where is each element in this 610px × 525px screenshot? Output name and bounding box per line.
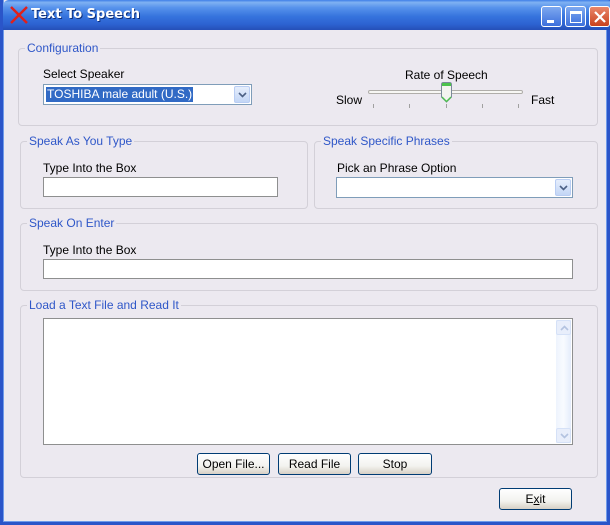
rate-of-speech-label: Rate of Speech: [405, 68, 488, 82]
exit-button[interactable]: Exit: [499, 488, 572, 510]
speak-as-you-type-group: Speak As You Type: [20, 134, 308, 209]
chevron-down-icon: [560, 433, 569, 439]
speaker-selected-value: TOSHIBA male adult (U.S.): [46, 87, 194, 102]
read-file-button[interactable]: Read File: [278, 453, 351, 475]
slider-tick: [481, 104, 483, 108]
close-icon: [594, 11, 606, 23]
title-bar[interactable]: Text To Speech: [3, 0, 610, 30]
open-file-button[interactable]: Open File...: [197, 453, 270, 475]
speaker-select[interactable]: TOSHIBA male adult (U.S.): [43, 84, 252, 105]
slider-tick: [373, 104, 374, 108]
speak-as-you-type-input[interactable]: [43, 177, 278, 197]
phrase-dropdown-button[interactable]: [555, 179, 571, 196]
maximize-icon: [570, 11, 582, 23]
file-content-textarea[interactable]: [43, 318, 573, 445]
chevron-down-icon: [559, 185, 568, 191]
rate-slow-label: Slow: [336, 93, 363, 107]
chevron-down-icon: [238, 92, 247, 98]
scroll-up-button[interactable]: [556, 320, 571, 335]
configuration-legend: Configuration: [25, 41, 101, 55]
speaker-dropdown-button[interactable]: [234, 86, 250, 103]
minimize-button[interactable]: [541, 6, 562, 27]
slider-tick: [445, 104, 447, 108]
speak-as-you-type-label: Type Into the Box: [43, 161, 137, 175]
speak-as-you-type-legend: Speak As You Type: [27, 134, 135, 148]
close-button[interactable]: [589, 6, 610, 27]
main-window: Text To Speech Configuration Select Spea…: [0, 0, 610, 525]
speak-on-enter-input[interactable]: [43, 259, 573, 279]
stop-button[interactable]: Stop: [358, 453, 432, 475]
maximize-button[interactable]: [565, 6, 586, 27]
slider-thumb[interactable]: [440, 82, 452, 103]
exit-mnemonic: x: [533, 492, 540, 506]
rate-fast-label: Fast: [531, 93, 555, 107]
slider-tick: [518, 104, 519, 108]
minimize-icon: [547, 20, 554, 23]
window-title: Text To Speech: [31, 7, 140, 22]
speak-specific-phrases-group: Speak Specific Phrases: [314, 134, 598, 209]
speak-on-enter-label: Type Into the Box: [43, 243, 137, 257]
phrase-select[interactable]: [336, 177, 573, 198]
exit-button-label: Exit: [525, 492, 546, 506]
red-x-icon: [10, 6, 28, 24]
speak-specific-phrases-legend: Speak Specific Phrases: [321, 134, 452, 148]
chevron-up-icon: [560, 325, 569, 331]
vertical-scrollbar[interactable]: [556, 320, 571, 443]
slider-tick: [409, 104, 411, 108]
scroll-down-button[interactable]: [556, 428, 571, 443]
speak-on-enter-legend: Speak On Enter: [27, 216, 117, 230]
speak-on-enter-group: Speak On Enter: [20, 216, 598, 291]
pick-phrase-label: Pick an Phrase Option: [337, 161, 457, 175]
load-text-file-legend: Load a Text File and Read It: [27, 298, 181, 312]
select-speaker-label: Select Speaker: [43, 67, 125, 81]
